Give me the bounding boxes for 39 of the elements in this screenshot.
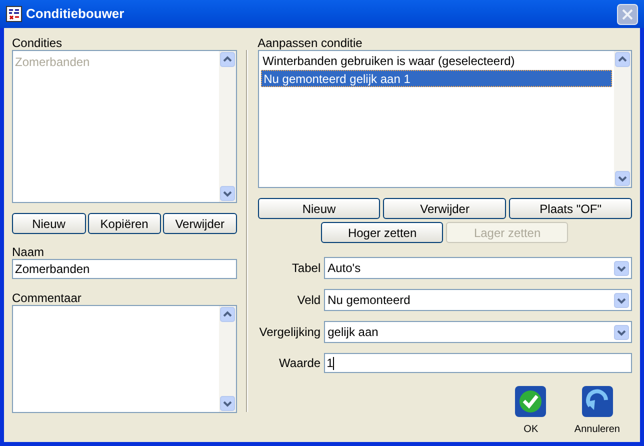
cancel-button[interactable]: Annuleren <box>574 386 620 437</box>
dropdown[interactable]: gelijk aan <box>324 321 632 343</box>
checkmark-icon <box>515 386 546 417</box>
button[interactable]: Verwijder <box>163 213 237 234</box>
scroll-down-icon[interactable] <box>220 186 235 201</box>
scroll-up-icon[interactable] <box>220 52 235 67</box>
name-label: Naam <box>12 244 46 259</box>
dropdown[interactable]: Nu gemonteerd <box>324 289 632 311</box>
button[interactable]: Nieuw <box>12 213 86 234</box>
button[interactable]: Kopiëren <box>88 213 162 234</box>
scroll-up-icon[interactable] <box>615 52 630 67</box>
field-label: Tabel <box>290 260 321 277</box>
comment-label: Commentaar <box>12 290 82 305</box>
scroll-bar[interactable] <box>614 51 631 187</box>
value-field[interactable]: 1 <box>324 353 632 373</box>
field-label: Veld <box>296 292 321 309</box>
field-label: Vergelijking <box>258 324 321 341</box>
scroll-up-icon[interactable] <box>220 307 235 322</box>
button[interactable]: Hoger zetten <box>321 222 444 243</box>
conditions-label: Condities <box>12 35 64 50</box>
scroll-bar[interactable] <box>218 306 236 412</box>
button[interactable]: Verwijder <box>383 198 506 219</box>
ok-button[interactable]: OK <box>515 386 546 437</box>
comment-field[interactable] <box>12 305 237 413</box>
scroll-down-icon[interactable] <box>615 171 630 186</box>
condition-parts-list[interactable]: Winterbanden gebruiken is waar (geselecteerd) Nu gemonteerd gelijk aan 1 <box>258 50 632 188</box>
list-item[interactable]: Nu gemonteerd gelijk aan 1 <box>260 70 612 87</box>
edit-condition-label: Aanpassen conditie <box>258 35 364 50</box>
list-item[interactable]: Winterbanden gebruiken is waar (geselecteerd) <box>260 53 612 70</box>
button[interactable]: Plaats "OF" <box>509 198 632 219</box>
button[interactable]: Nieuw <box>258 198 380 219</box>
window-title: Conditiebouwer <box>26 5 124 24</box>
close-icon[interactable] <box>617 4 638 24</box>
field-label: Waarde <box>278 355 321 372</box>
app-icon <box>6 6 22 22</box>
scroll-bar[interactable] <box>218 51 236 202</box>
dropdown[interactable]: Auto's <box>324 257 632 279</box>
name-field[interactable]: Zomerbanden <box>12 259 237 279</box>
scroll-down-icon[interactable] <box>220 396 235 411</box>
